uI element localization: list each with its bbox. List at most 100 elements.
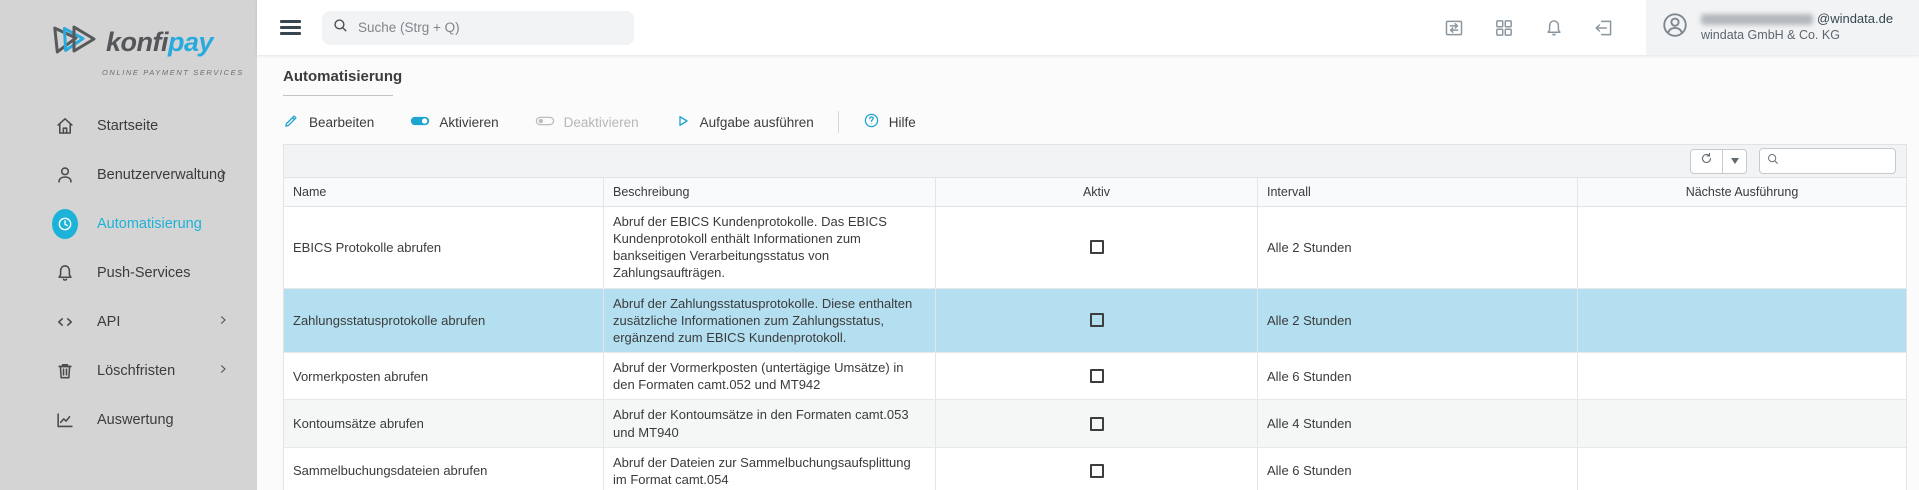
table-row[interactable]: Sammelbuchungsdateien abrufen Abruf der … <box>284 448 1906 490</box>
help-button[interactable]: Hilfe <box>863 112 916 132</box>
hamburger-menu-icon[interactable] <box>280 17 301 39</box>
automation-table: Name Beschreibung Aktiv Intervall Nächst… <box>283 144 1907 490</box>
cell-description: Abruf der EBICS Kundenprotokolle. Das EB… <box>604 207 936 288</box>
column-header-naechste-ausfuehrung[interactable]: Nächste Ausführung <box>1578 178 1906 206</box>
sidebar-item-auswertung[interactable]: Auswertung <box>0 395 257 444</box>
help-icon <box>863 112 880 132</box>
cell-description: Abruf der Zahlungsstatusprotokolle. Dies… <box>604 289 936 352</box>
cell-description: Abruf der Vormerkposten (untertägige Ums… <box>604 353 936 399</box>
sidebar-nav: Startseite Benutzerverwaltung Automatisi… <box>0 101 257 444</box>
page-content: Automatisierung Bearbeiten Aktivieren <box>257 55 1919 490</box>
page-title: Automatisierung <box>283 68 1907 85</box>
brand-name: konfipay <box>106 27 213 58</box>
user-company: windata GmbH & Co. KG <box>1701 28 1893 44</box>
cell-next-run <box>1578 400 1906 446</box>
table-row[interactable]: EBICS Protokolle abrufen Abruf der EBICS… <box>284 207 1906 289</box>
column-header-aktiv[interactable]: Aktiv <box>936 178 1258 206</box>
cell-interval: Alle 4 Stunden <box>1258 400 1578 446</box>
account-circle-icon <box>1660 10 1690 45</box>
sidebar-item-label: Löschfristen <box>97 363 175 379</box>
cell-name: Kontoumsätze abrufen <box>284 400 604 446</box>
swap-window-icon[interactable] <box>1442 16 1466 40</box>
chevron-right-icon <box>217 362 229 380</box>
sidebar-item-api[interactable]: API <box>0 297 257 346</box>
user-name-redacted <box>1701 14 1813 25</box>
sidebar-item-loeschfristen[interactable]: Löschfristen <box>0 346 257 395</box>
toggle-on-icon <box>410 114 430 131</box>
table-search-input[interactable] <box>1785 154 1885 168</box>
column-header-beschreibung[interactable]: Beschreibung <box>604 178 936 206</box>
aktiv-checkbox[interactable] <box>1090 313 1104 327</box>
toggle-off-icon <box>535 114 555 131</box>
cell-next-run <box>1578 448 1906 490</box>
app-window: konfipay ONLINE PAYMENT SERVICES Startse… <box>0 0 1919 490</box>
sidebar-item-label: Benutzerverwaltung <box>97 167 225 183</box>
edit-button[interactable]: Bearbeiten <box>283 112 374 132</box>
sidebar-item-label: Push-Services <box>97 265 190 281</box>
sidebar-item-benutzerverwaltung[interactable]: Benutzerverwaltung <box>0 150 257 199</box>
global-search <box>322 11 634 45</box>
table-row[interactable]: Kontoumsätze abrufen Abruf der Kontoumsä… <box>284 400 1906 447</box>
search-icon <box>1766 152 1780 171</box>
notifications-bell-icon[interactable] <box>1542 16 1566 40</box>
sidebar-item-automatisierung[interactable]: Automatisierung <box>0 199 257 248</box>
table-search <box>1759 148 1896 174</box>
cell-interval: Alle 6 Stunden <box>1258 353 1578 399</box>
cell-description: Abruf der Dateien zur Sammelbuchungsaufs… <box>604 448 936 490</box>
cell-interval: Alle 2 Stunden <box>1258 207 1578 288</box>
cell-next-run <box>1578 207 1906 288</box>
apps-grid-icon[interactable] <box>1492 16 1516 40</box>
cell-description: Abruf der Kontoumsätze in den Formaten c… <box>604 400 936 446</box>
cell-name: EBICS Protokolle abrufen <box>284 207 604 288</box>
cell-next-run <box>1578 289 1906 352</box>
home-icon <box>52 113 78 139</box>
user-icon <box>52 162 78 188</box>
pencil-icon <box>283 112 300 132</box>
refresh-button[interactable] <box>1691 150 1723 173</box>
code-icon <box>52 309 78 335</box>
chart-icon <box>52 407 78 433</box>
cell-interval: Alle 2 Stunden <box>1258 289 1578 352</box>
user-account-menu[interactable]: @windata.de windata GmbH & Co. KG <box>1646 0 1919 55</box>
sidebar-item-label: Auswertung <box>97 412 174 428</box>
play-icon <box>675 113 691 132</box>
toolbar-divider <box>838 111 839 133</box>
aktiv-checkbox[interactable] <box>1090 417 1104 431</box>
sidebar: konfipay ONLINE PAYMENT SERVICES Startse… <box>0 0 257 490</box>
aktiv-checkbox[interactable] <box>1090 240 1104 254</box>
chevron-right-icon <box>217 313 229 331</box>
refresh-options-dropdown[interactable] <box>1723 150 1746 173</box>
column-header-name[interactable]: Name <box>284 178 604 206</box>
caret-down-icon <box>1731 158 1739 164</box>
global-search-input[interactable] <box>358 20 608 35</box>
sidebar-item-label: Startseite <box>97 118 158 134</box>
sidebar-item-push-services[interactable]: Push-Services <box>0 248 257 297</box>
table-header-row: Name Beschreibung Aktiv Intervall Nächst… <box>284 178 1906 207</box>
brand-logo[interactable]: konfipay ONLINE PAYMENT SERVICES <box>0 0 257 101</box>
column-header-intervall[interactable]: Intervall <box>1258 178 1578 206</box>
cell-interval: Alle 6 Stunden <box>1258 448 1578 490</box>
activate-button[interactable]: Aktivieren <box>410 114 498 131</box>
aktiv-checkbox[interactable] <box>1090 369 1104 383</box>
main-area: @windata.de windata GmbH & Co. KG Automa… <box>257 0 1919 490</box>
cell-name: Vormerkposten abrufen <box>284 353 604 399</box>
chevron-right-icon <box>217 166 229 184</box>
topbar: @windata.de windata GmbH & Co. KG <box>257 0 1919 55</box>
refresh-icon <box>1699 151 1714 171</box>
logout-icon[interactable] <box>1592 16 1616 40</box>
trash-icon <box>52 358 78 384</box>
sidebar-item-label: API <box>97 314 120 330</box>
action-toolbar: Bearbeiten Aktivieren Deaktivieren <box>283 109 1907 135</box>
cell-name: Sammelbuchungsdateien abrufen <box>284 448 604 490</box>
deactivate-button: Deaktivieren <box>535 114 639 131</box>
table-row[interactable]: Vormerkposten abrufen Abruf der Vormerkp… <box>284 353 1906 400</box>
table-row-selected[interactable]: Zahlungsstatusprotokolle abrufen Abruf d… <box>284 289 1906 353</box>
aktiv-checkbox[interactable] <box>1090 464 1104 478</box>
bell-icon <box>52 260 78 286</box>
user-info: @windata.de windata GmbH & Co. KG <box>1701 11 1893 44</box>
sidebar-item-label: Automatisierung <box>97 216 202 232</box>
title-underline <box>283 95 393 96</box>
run-task-button[interactable]: Aufgabe ausführen <box>675 113 814 132</box>
konfipay-logo-icon <box>50 20 102 65</box>
sidebar-item-startseite[interactable]: Startseite <box>0 101 257 150</box>
